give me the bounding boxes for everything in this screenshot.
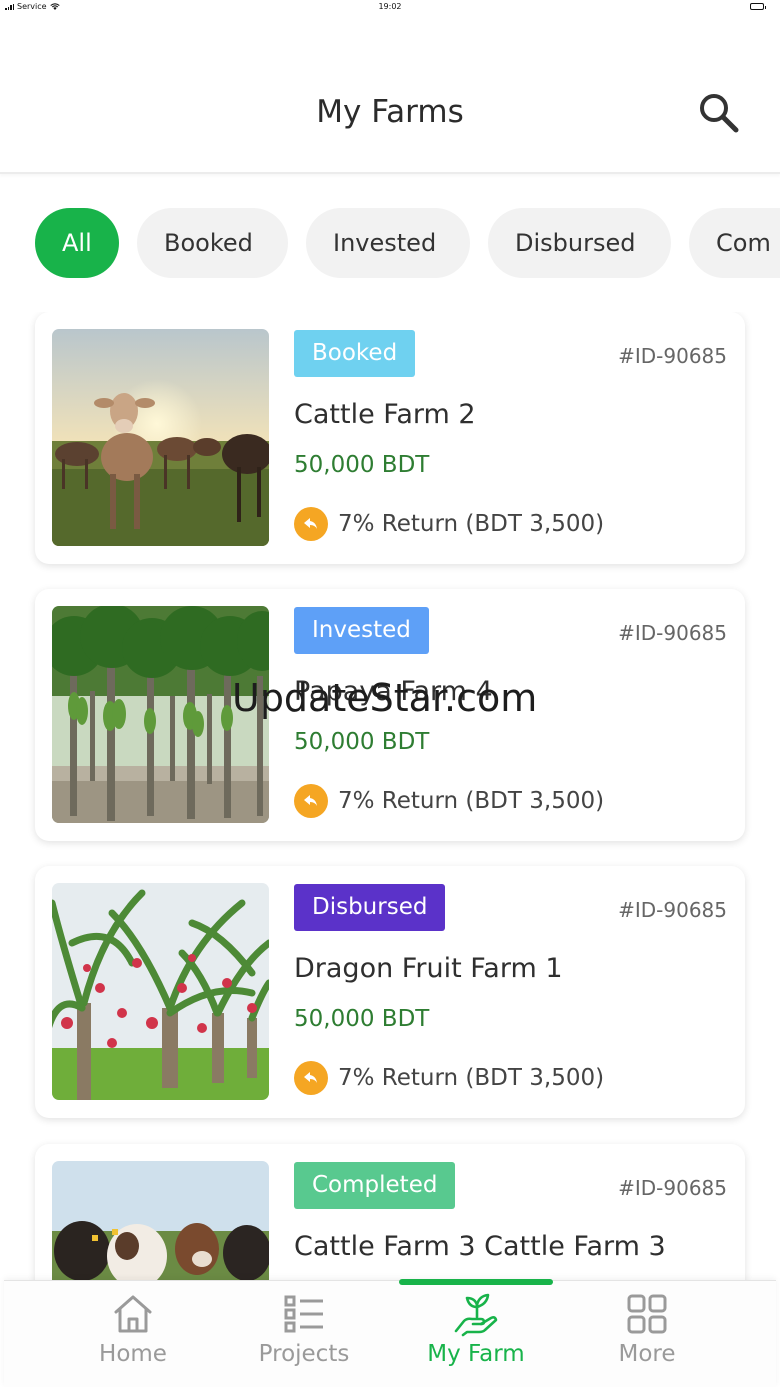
farm-name: Cattle Farm 3 Cattle Farm 3 [294,1231,666,1262]
return-text: 7% Return (BDT 3,500) [338,1065,605,1091]
status-badge: Booked [294,330,416,377]
list-icon [284,1295,323,1333]
filter-chip-disbursed[interactable]: Disbursed [488,208,671,278]
return-arrow-icon [294,507,328,541]
filter-chip-booked[interactable]: Booked [137,208,288,278]
nav-home[interactable]: Home [58,1291,208,1381]
status-badge: Disbursed [294,884,446,931]
farm-image-dragon-fruit [52,883,269,1100]
farm-id: #ID-90685 [618,898,727,922]
farm-card[interactable]: Completed #ID-90685 Cattle Farm 3 Cattle… [35,1144,745,1280]
return-arrow-icon [294,1061,328,1095]
plant-hand-icon [454,1293,498,1337]
return-text: 7% Return (BDT 3,500) [338,511,605,537]
nav-label: My Farm [427,1341,525,1367]
filter-chip-completed[interactable]: Com [689,208,780,278]
farm-name: Cattle Farm 2 [294,399,476,430]
status-filter-bar: All Booked Invested Disbursed Com [0,208,780,278]
farm-return: 7% Return (BDT 3,500) [294,507,604,541]
nav-projects[interactable]: Projects [229,1291,379,1381]
farm-return: 7% Return (BDT 3,500) [294,1061,604,1095]
farm-list: Booked #ID-90685 Cattle Farm 2 50,000 BD… [0,312,780,1280]
nav-label: Projects [258,1341,350,1367]
home-icon [114,1295,152,1333]
watermark: UpdateStar.com [232,676,538,720]
farm-id: #ID-90685 [618,344,727,368]
return-arrow-icon [294,784,328,818]
farm-card[interactable]: Disbursed #ID-90685 Dragon Fruit Farm 1 … [35,866,745,1118]
farm-name: Dragon Fruit Farm 1 [294,953,563,984]
bottom-nav: Home Projects My Farm More [4,1279,776,1387]
farm-return: 7% Return (BDT 3,500) [294,784,604,818]
return-text: 7% Return (BDT 3,500) [338,788,605,814]
status-bar: Service 19:02 [0,0,780,14]
filter-chip-invested[interactable]: Invested [306,208,470,278]
farm-price: 50,000 BDT [294,729,430,755]
farm-id: #ID-90685 [618,621,727,645]
filter-chip-all[interactable]: All [35,208,119,278]
app-header: My Farms [0,14,780,174]
grid-icon [627,1294,667,1334]
page-title: My Farms [316,94,464,130]
nav-label: More [618,1341,676,1367]
battery-icon [750,3,766,10]
nav-my-farm[interactable]: My Farm [401,1291,551,1381]
farm-id: #ID-90685 [618,1176,727,1200]
nav-more[interactable]: More [572,1291,722,1381]
farm-image-cattle [52,329,269,546]
status-badge: Completed [294,1162,456,1209]
farm-price: 50,000 BDT [294,1006,430,1032]
farm-price: 50,000 BDT [294,452,430,478]
active-tab-indicator [399,1279,553,1285]
nav-label: Home [99,1341,167,1367]
farm-card[interactable]: Booked #ID-90685 Cattle Farm 2 50,000 BD… [35,312,745,564]
status-badge: Invested [294,607,429,654]
farm-image-dairy-cows [52,1161,269,1280]
status-time: 19:02 [378,2,402,11]
search-button[interactable] [696,92,742,134]
search-icon [700,94,739,133]
